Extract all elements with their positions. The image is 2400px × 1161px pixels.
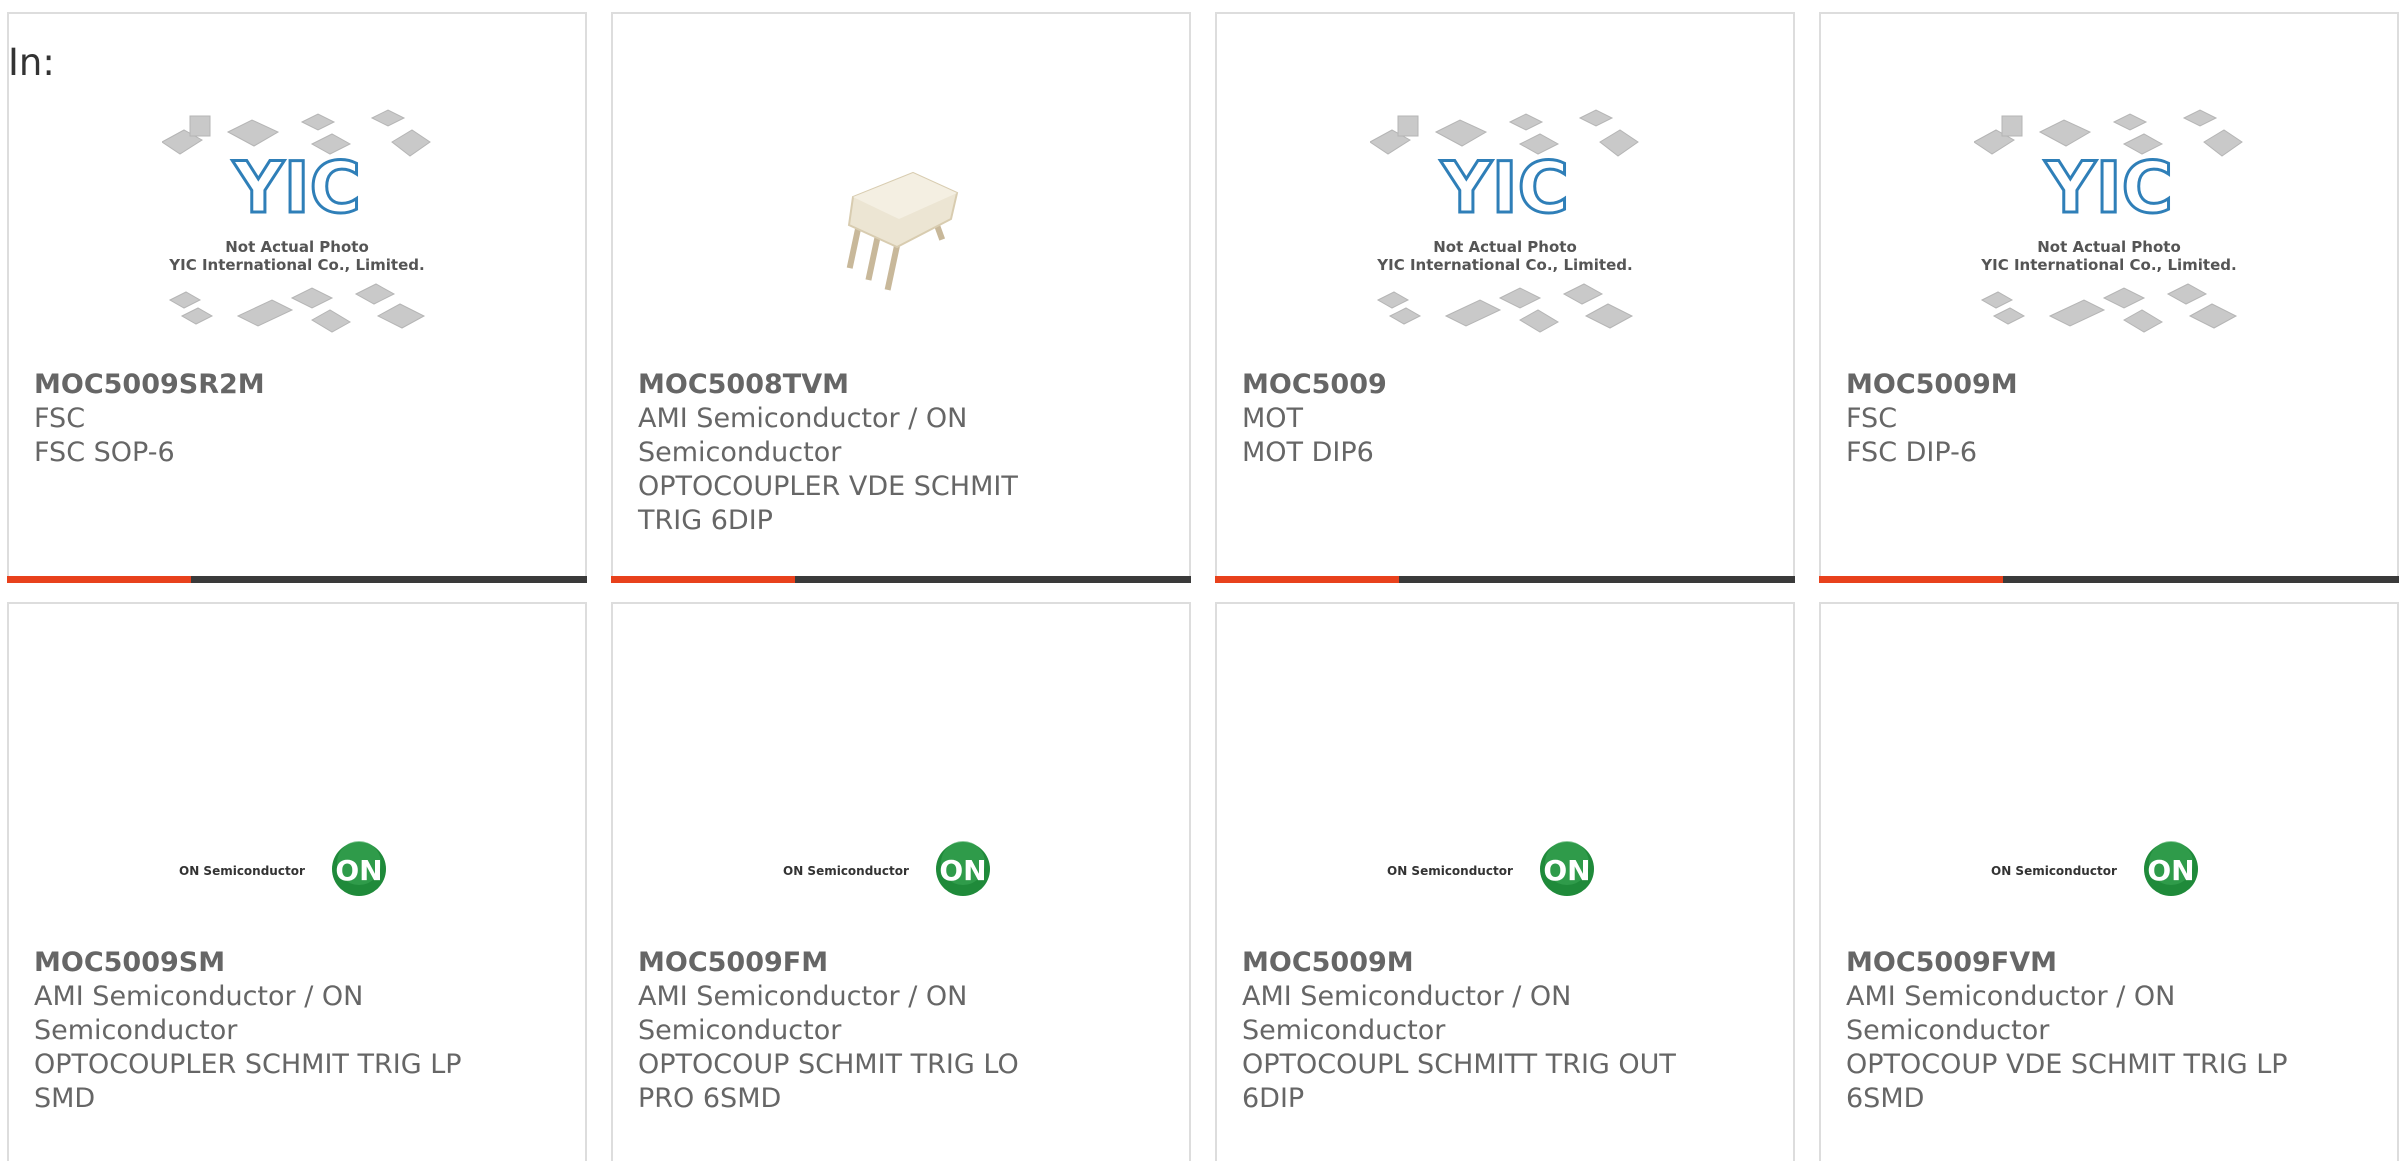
product-card[interactable]: ON Semiconductor ON MOC5009SM AMI Semicon… <box>7 602 587 1161</box>
product-part-number[interactable]: MOC5009FVM <box>1846 946 2377 980</box>
product-description-cont: 6SMD <box>1846 1083 1925 1114</box>
product-part-number[interactable]: MOC5009M <box>1846 368 2377 402</box>
product-manufacturer: AMI Semiconductor / ON <box>1846 981 2176 1012</box>
yic-caption-line2: YIC International Co., Limited. <box>1376 256 1632 274</box>
product-description: FSC DIP-6 <box>1846 437 1977 468</box>
card-accent-bar <box>7 576 587 583</box>
yic-caption-line2: YIC International Co., Limited. <box>1980 256 2236 274</box>
product-description: OPTOCOUPLER SCHMIT TRIG LP <box>34 1049 462 1080</box>
product-manufacturer: AMI Semiconductor / ON <box>1242 981 1572 1012</box>
product-part-number[interactable]: MOC5009M <box>1242 946 1773 980</box>
product-info: MOC5009FM AMI Semiconductor / ON Semicondu… <box>638 946 1169 1116</box>
on-logo-mark: ON <box>939 854 986 887</box>
product-manufacturer-cont: Semiconductor <box>638 437 842 468</box>
product-manufacturer-cont: Semiconductor <box>638 1015 842 1046</box>
product-grid-page: In: YIC Not Actual Photo YIC Internation… <box>0 0 2400 1161</box>
product-manufacturer: AMI Semiconductor / ON <box>34 981 364 1012</box>
product-info: MOC5009M AMI Semiconductor / ON Semiconduc… <box>1242 946 1773 1116</box>
product-part-number[interactable]: MOC5009SR2M <box>34 368 565 402</box>
product-description: MOT DIP6 <box>1242 437 1374 468</box>
product-description-cont: 6DIP <box>1242 1083 1305 1114</box>
product-card[interactable]: YIC Not Actual Photo YIC International C… <box>7 12 587 583</box>
yic-logo-mark: YIC <box>1440 147 1569 229</box>
product-manufacturer: FSC <box>34 403 86 434</box>
on-semiconductor-logo: ON Semiconductor ON <box>1387 841 1594 896</box>
product-info: MOC5009FVM AMI Semiconductor / ON Semicond… <box>1846 946 2377 1116</box>
filter-label: In: <box>8 41 55 84</box>
product-part-number[interactable]: MOC5009SM <box>34 946 565 980</box>
yic-placeholder-image: YIC Not Actual Photo YIC International C… <box>162 109 431 333</box>
yic-logo-mark: YIC <box>232 147 361 229</box>
yic-caption-line2: YIC International Co., Limited. <box>168 256 424 274</box>
yic-caption-line1: Not Actual Photo <box>2037 238 2181 256</box>
product-manufacturer: MOT <box>1242 403 1304 434</box>
on-logo-mark: ON <box>1543 854 1590 887</box>
on-logo-mark: ON <box>335 854 382 887</box>
product-manufacturer: FSC <box>1846 403 1898 434</box>
product-image[interactable]: YIC Not Actual Photo YIC International C… <box>1217 102 1793 352</box>
product-description: OPTOCOUP VDE SCHMIT TRIG LP <box>1846 1049 2288 1080</box>
product-description: OPTOCOUPLER VDE SCHMIT <box>638 471 1018 502</box>
on-logo-mark: ON <box>2147 854 2194 887</box>
product-card[interactable]: YIC Not Actual Photo YIC International C… <box>1819 12 2399 583</box>
yic-placeholder-image: YIC Not Actual Photo YIC International C… <box>1974 109 2243 333</box>
product-part-number[interactable]: MOC5008TVM <box>638 368 1169 402</box>
on-logo-text: ON Semiconductor <box>1991 864 2117 878</box>
product-description-cont: SMD <box>34 1083 96 1114</box>
yic-placeholder-image: YIC Not Actual Photo YIC International C… <box>1370 109 1639 333</box>
product-info: MOC5009SM AMI Semiconductor / ON Semicondu… <box>34 946 565 1116</box>
on-logo-text: ON Semiconductor <box>1387 864 1513 878</box>
product-part-number[interactable]: MOC5009 <box>1242 368 1773 402</box>
on-semiconductor-logo: ON Semiconductor ON <box>1991 841 2198 896</box>
yic-caption-line1: Not Actual Photo <box>1433 238 1577 256</box>
product-description-cont: TRIG 6DIP <box>638 505 773 536</box>
on-semiconductor-logo: ON Semiconductor ON <box>783 841 990 896</box>
yic-logo-mark: YIC <box>2044 147 2173 229</box>
card-accent-highlight <box>1819 576 2003 583</box>
product-manufacturer-cont: Semiconductor <box>34 1015 238 1046</box>
product-card[interactable]: MOC5008TVM AMI Semiconductor / ON Semicond… <box>611 12 1191 583</box>
on-logo-text: ON Semiconductor <box>179 864 305 878</box>
dip6-package-photo <box>846 171 959 291</box>
product-description: OPTOCOUP SCHMIT TRIG LO <box>638 1049 1019 1080</box>
card-accent-bar <box>611 576 1191 583</box>
product-info: MOC5009 MOT MOT DIP6 <box>1242 368 1773 470</box>
product-description-cont: PRO 6SMD <box>638 1083 782 1114</box>
product-image[interactable]: YIC Not Actual Photo YIC International C… <box>1821 102 2397 352</box>
product-description: FSC SOP-6 <box>34 437 175 468</box>
yic-caption-line1: Not Actual Photo <box>225 238 369 256</box>
product-manufacturer: AMI Semiconductor / ON <box>638 981 968 1012</box>
card-accent-bar <box>1215 576 1795 583</box>
product-image[interactable] <box>613 102 1189 352</box>
product-manufacturer: AMI Semiconductor / ON <box>638 403 968 434</box>
product-card[interactable]: ON Semiconductor ON MOC5009FVM AMI Semico… <box>1819 602 2399 1161</box>
product-info: MOC5008TVM AMI Semiconductor / ON Semicond… <box>638 368 1169 538</box>
product-part-number[interactable]: MOC5009FM <box>638 946 1169 980</box>
card-accent-highlight <box>7 576 191 583</box>
product-card[interactable]: ON Semiconductor ON MOC5009FM AMI Semicon… <box>611 602 1191 1161</box>
card-accent-highlight <box>1215 576 1399 583</box>
product-info: MOC5009SR2M FSC FSC SOP-6 <box>34 368 565 470</box>
product-manufacturer-cont: Semiconductor <box>1242 1015 1446 1046</box>
product-image[interactable]: YIC Not Actual Photo YIC International C… <box>9 102 585 352</box>
card-accent-bar <box>1819 576 2399 583</box>
product-description: OPTOCOUPL SCHMITT TRIG OUT <box>1242 1049 1676 1080</box>
card-accent-highlight <box>611 576 795 583</box>
product-manufacturer-cont: Semiconductor <box>1846 1015 2050 1046</box>
on-logo-text: ON Semiconductor <box>783 864 909 878</box>
product-info: MOC5009M FSC FSC DIP-6 <box>1846 368 2377 470</box>
product-card[interactable]: ON Semiconductor ON MOC5009M AMI Semicond… <box>1215 602 1795 1161</box>
on-semiconductor-logo: ON Semiconductor ON <box>179 841 386 896</box>
product-card[interactable]: YIC Not Actual Photo YIC International C… <box>1215 12 1795 583</box>
